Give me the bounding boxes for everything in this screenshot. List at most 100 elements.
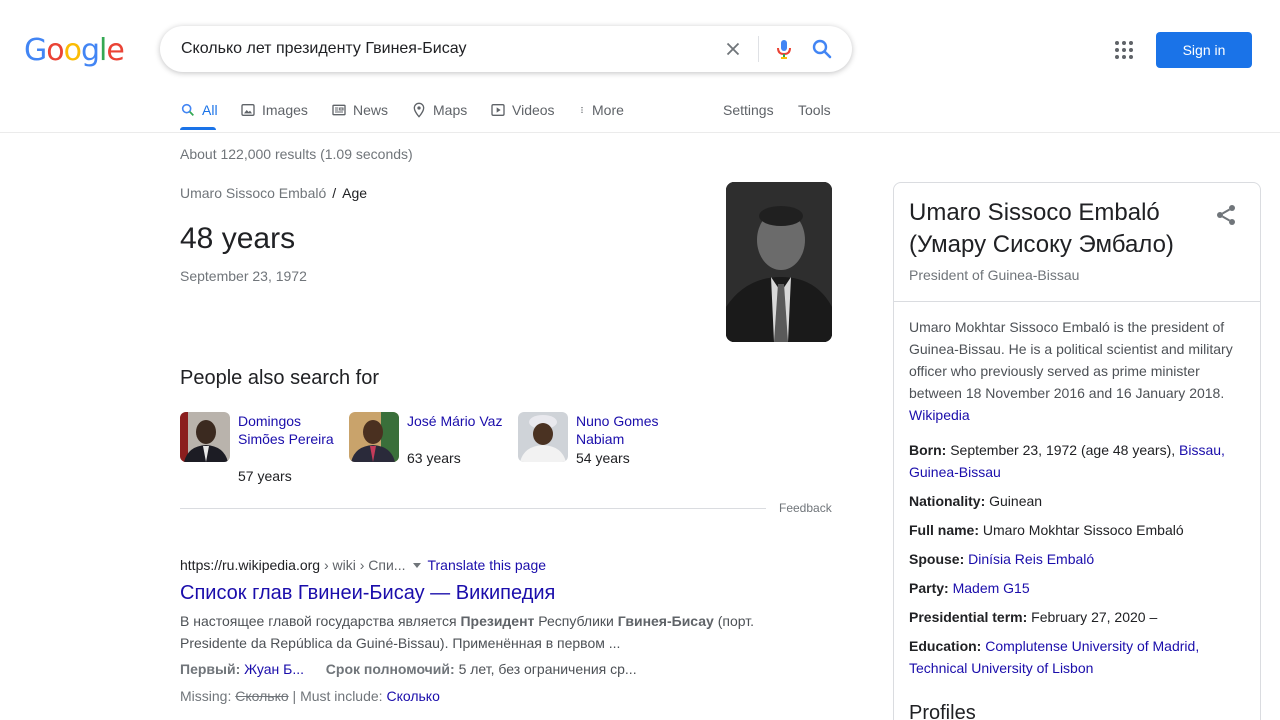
search-input[interactable] (181, 40, 701, 58)
kp-title: Umaro Sissoco Embaló (Умару Сисоку Эмбал… (909, 199, 1174, 258)
result-domain: https://ru.wikipedia.org (180, 557, 321, 573)
video-icon (491, 104, 505, 116)
logo-letter: l (99, 33, 107, 68)
kp-profiles-heading: Profiles (909, 702, 976, 720)
snippet-highlight: Президент (460, 613, 535, 629)
tab-label: More (592, 102, 624, 118)
knowledge-panel: Umaro Sissoco Embaló (Умару Сисоку Эмбал… (893, 182, 1261, 720)
tab-label: News (353, 102, 389, 118)
map-pin-icon (413, 102, 425, 118)
feedback-link[interactable]: Feedback (779, 501, 832, 515)
fact-value: 5 лет, без ограничения ср... (458, 661, 637, 677)
tab-label: Videos (512, 102, 555, 118)
result-title-link[interactable]: Список глав Гвинеи-Бисау — Википедия (180, 582, 555, 605)
must-include-label: | Must include: (288, 688, 387, 704)
active-tab-indicator (180, 127, 216, 130)
breadcrumb-separator: / (332, 185, 337, 201)
missing-label: Missing: (180, 688, 232, 704)
feedback-divider (180, 508, 766, 509)
kp-subtitle: President of Guinea-Bissau (909, 267, 1080, 283)
related-person-name[interactable]: Nuno Gomes Nabiam (576, 412, 676, 448)
tab-label: Images (262, 102, 308, 118)
answer-value: 48 years (180, 222, 296, 255)
sign-in-button[interactable]: Sign in (1156, 32, 1252, 68)
search-icon (181, 103, 194, 116)
tab-label: All (202, 102, 218, 118)
breadcrumb-entity-link[interactable]: Umaro Sissoco Embaló (180, 185, 326, 201)
kp-fact-party: Party: Madem G15 (909, 577, 1245, 599)
tab-maps[interactable]: Maps (411, 102, 467, 118)
header-divider (0, 132, 1280, 133)
kp-fact-born: Born: September 23, 1972 (age 48 years),… (909, 439, 1245, 483)
related-person-photo[interactable] (349, 412, 399, 462)
apps-grid-icon[interactable] (1112, 38, 1136, 62)
logo-letter: e (106, 33, 124, 68)
result-snippet: В настоящее главой государства является … (180, 610, 780, 654)
party-link[interactable]: Madem G15 (953, 580, 1030, 596)
chevron-down-icon[interactable] (413, 562, 422, 568)
kp-fact-spouse: Spouse: Dinísia Reis Embaló (909, 548, 1245, 570)
search-divider (758, 36, 759, 62)
kp-description-text: Umaro Mokhtar Sissoco Embaló is the pres… (909, 319, 1233, 401)
result-path: › wiki › Спи... (320, 557, 406, 573)
snippet-highlight: Гвинея-Бисау (617, 613, 714, 629)
tab-all[interactable]: All (180, 102, 218, 118)
related-person-age: 57 years (238, 468, 292, 484)
tab-settings[interactable]: Settings (723, 102, 774, 118)
mic-icon[interactable] (772, 37, 796, 61)
clear-icon[interactable] (722, 38, 744, 60)
logo-letter: G (24, 33, 47, 68)
result-stats: About 122,000 results (1.09 seconds) (180, 146, 413, 162)
answer-breadcrumb: Umaro Sissoco Embaló / Age (180, 185, 367, 201)
tab-tools[interactable]: Tools (798, 102, 831, 118)
fact-value: Umaro Mokhtar Sissoco Embaló (982, 522, 1184, 538)
kp-divider (894, 301, 1260, 302)
tab-videos[interactable]: Videos (490, 102, 555, 118)
fact-label: Spouse: (909, 551, 965, 567)
translate-page-link[interactable]: Translate this page (427, 557, 546, 573)
tab-label: Maps (433, 102, 468, 118)
kp-fact-education: Education: Complutense University of Mad… (909, 635, 1245, 679)
logo-letter: o (46, 33, 64, 68)
snippet-text: В настоящее главой государства является (180, 613, 461, 629)
must-include-link[interactable]: Сколько (386, 688, 439, 704)
tab-images[interactable]: Images (240, 102, 308, 118)
kp-fact-nationality: Nationality: Guinean (909, 490, 1245, 512)
more-vert-icon (581, 107, 583, 113)
answer-detail: September 23, 1972 (180, 268, 307, 284)
logo-letter: g (80, 33, 100, 68)
search-icon[interactable] (810, 37, 834, 61)
fact-value: September 23, 1972 (age 48 years), (950, 442, 1180, 458)
missing-terms: Missing: Сколько | Must include: Сколько (180, 688, 440, 704)
fact-label: Presidential term: (909, 609, 1028, 625)
search-box[interactable] (160, 26, 852, 72)
fact-label: Nationality: (909, 493, 986, 509)
fact-label: Первый: (180, 661, 241, 677)
google-logo[interactable]: Google (24, 33, 125, 68)
result-facts: Первый: Жуан Б... Срок полномочий: 5 лет… (180, 661, 637, 677)
share-icon[interactable] (1214, 203, 1238, 227)
missing-word: Сколько (235, 688, 289, 704)
snippet-text: Республики (534, 613, 618, 629)
related-person-photo[interactable] (518, 412, 568, 462)
related-person-name[interactable]: Domingos Simões Pereira (238, 412, 338, 448)
fact-label: Full name: (909, 522, 980, 538)
fact-label: Born: (909, 442, 947, 458)
related-person-photo[interactable] (180, 412, 230, 462)
related-person-name[interactable]: José Mário Vaz (407, 412, 507, 430)
fact-link[interactable]: Жуан Б... (244, 661, 304, 677)
person-photo[interactable] (726, 182, 832, 342)
tab-more[interactable]: More (578, 102, 624, 118)
image-icon (241, 104, 255, 116)
spouse-link[interactable]: Dinísia Reis Embaló (968, 551, 1094, 567)
logo-letter: o (63, 33, 82, 68)
kp-fact-term: Presidential term: February 27, 2020 – (909, 606, 1245, 628)
news-icon (332, 104, 346, 116)
tab-label: Settings (723, 102, 774, 118)
related-person-age: 54 years (576, 450, 630, 466)
tab-news[interactable]: News (331, 102, 388, 118)
wikipedia-link[interactable]: Wikipedia (909, 407, 970, 423)
fact-value: Guinean (989, 493, 1043, 509)
fact-label: Education: (909, 638, 982, 654)
tab-label: Tools (798, 102, 831, 118)
